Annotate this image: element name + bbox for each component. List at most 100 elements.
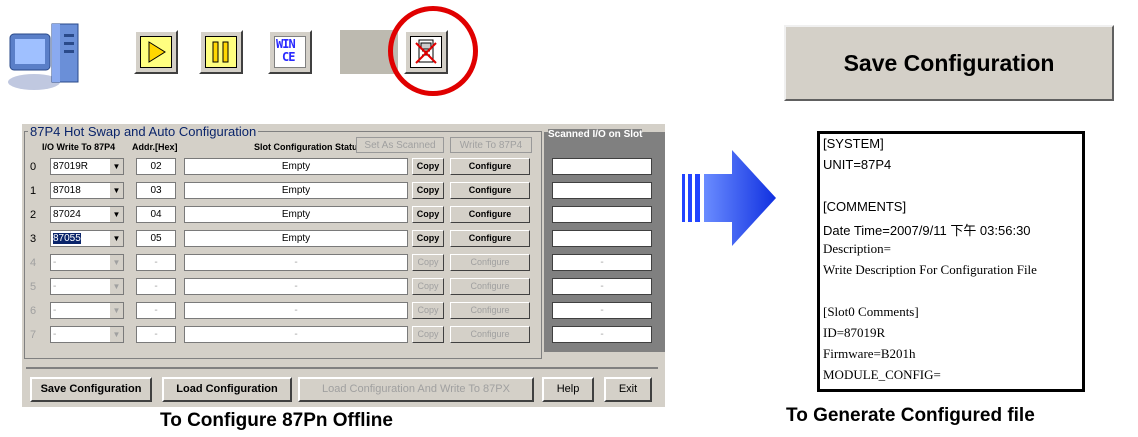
file-line: UNIT=87P4 bbox=[823, 157, 892, 172]
module-select[interactable]: 87024 ▼ bbox=[50, 206, 124, 223]
chevron-down-icon[interactable]: ▼ bbox=[109, 279, 123, 294]
set-as-scanned-button[interactable]: Set As Scanned bbox=[356, 137, 444, 153]
module-select[interactable]: - ▼ bbox=[50, 326, 124, 343]
address-field[interactable]: 04 bbox=[136, 206, 176, 223]
configure-button[interactable]: Configure bbox=[450, 278, 530, 295]
slot-index: 1 bbox=[30, 185, 37, 197]
slot-status-field: - bbox=[184, 302, 408, 319]
module-value: 87024 bbox=[53, 209, 81, 220]
address-field[interactable]: 05 bbox=[136, 230, 176, 247]
slot-index: 5 bbox=[30, 281, 37, 293]
module-select[interactable]: 87018 ▼ bbox=[50, 182, 124, 199]
highlight-circle bbox=[388, 6, 478, 96]
slot-status-field: - bbox=[184, 278, 408, 295]
module-select[interactable]: - ▼ bbox=[50, 254, 124, 271]
slot-row: 7 - ▼ - - Copy Configure bbox=[22, 325, 542, 345]
address-field[interactable]: 02 bbox=[136, 158, 176, 175]
chevron-down-icon[interactable]: ▼ bbox=[109, 207, 123, 222]
exit-button[interactable]: Exit bbox=[604, 377, 652, 402]
slot-status-field: Empty bbox=[184, 206, 408, 223]
wince-button[interactable]: WIN CE bbox=[268, 30, 312, 74]
module-value: - bbox=[53, 257, 57, 268]
computer-icon bbox=[6, 20, 86, 92]
slot-row: 5- ▼ - - Copy Configure bbox=[22, 277, 542, 297]
slot-index: 4 bbox=[30, 257, 37, 269]
file-line: Write Description For Configuration File bbox=[823, 262, 1037, 277]
load-configuration-button[interactable]: Load Configuration bbox=[162, 377, 292, 402]
scanned-title: Scanned I/O on Slot bbox=[548, 129, 643, 140]
module-value: 87018 bbox=[53, 185, 81, 196]
slot-index: 3 bbox=[30, 233, 37, 245]
pause-button[interactable] bbox=[199, 30, 243, 74]
configure-button[interactable]: Configure bbox=[450, 302, 530, 319]
configure-button[interactable]: Configure bbox=[450, 254, 530, 271]
right-arrow-icon bbox=[682, 150, 778, 246]
address-field[interactable]: - bbox=[136, 254, 176, 271]
hot-swap-dialog: 87P4 Hot Swap and Auto Configuration I/O… bbox=[22, 124, 665, 407]
chevron-down-icon[interactable]: ▼ bbox=[109, 303, 123, 318]
module-value: - bbox=[53, 329, 57, 340]
col-addr-header: Addr.[Hex] bbox=[132, 142, 178, 152]
write-to-87p4-button[interactable]: Write To 87P4 bbox=[450, 137, 532, 153]
load-and-write-button[interactable]: Load Configuration And Write To 87PX bbox=[298, 377, 534, 402]
play-button[interactable] bbox=[134, 30, 178, 74]
chevron-down-icon[interactable]: ▼ bbox=[109, 327, 123, 342]
slot-status-field: Empty bbox=[184, 158, 408, 175]
scanned-slot-field: - bbox=[552, 278, 652, 295]
file-line: [Slot0 Comments] bbox=[823, 304, 919, 319]
copy-button[interactable]: Copy bbox=[412, 182, 444, 199]
slot-status-field: - bbox=[184, 254, 408, 271]
wince-label-top: WIN bbox=[276, 37, 296, 51]
slot-row: 1 87018 ▼ 03 Empty Copy Configure bbox=[22, 181, 542, 201]
copy-button[interactable]: Copy bbox=[412, 254, 444, 271]
copy-button[interactable]: Copy bbox=[412, 278, 444, 295]
module-select[interactable]: - ▼ bbox=[50, 278, 124, 295]
module-select[interactable]: 87019R ▼ bbox=[50, 158, 124, 175]
module-value: - bbox=[53, 305, 57, 316]
file-line: [SYSTEM] bbox=[823, 136, 884, 151]
chevron-down-icon[interactable]: ▼ bbox=[109, 231, 123, 246]
scanned-slot-field bbox=[552, 182, 652, 199]
save-configuration-button[interactable]: Save Configuration bbox=[30, 377, 152, 402]
address-field[interactable]: - bbox=[136, 302, 176, 319]
configure-button[interactable]: Configure bbox=[450, 230, 530, 247]
slot-row: 2 87024 ▼ 04 Empty Copy Configure bbox=[22, 205, 542, 225]
copy-button[interactable]: Copy bbox=[412, 326, 444, 343]
configure-button[interactable]: Configure bbox=[450, 158, 530, 175]
chevron-down-icon[interactable]: ▼ bbox=[109, 159, 123, 174]
file-line: Date Time=2007/9/11 下午 03:56:30 bbox=[823, 223, 1031, 238]
chevron-down-icon[interactable]: ▼ bbox=[109, 255, 123, 270]
slot-row: 6- ▼ - - Copy Configure bbox=[22, 301, 542, 321]
address-field[interactable]: - bbox=[136, 326, 176, 343]
chevron-down-icon[interactable]: ▼ bbox=[109, 183, 123, 198]
scanned-slot-field bbox=[552, 206, 652, 223]
module-value: - bbox=[53, 281, 57, 292]
slot-status-field: Empty bbox=[184, 230, 408, 247]
file-line: [COMMENTS] bbox=[823, 199, 907, 214]
configure-button[interactable]: Configure bbox=[450, 182, 530, 199]
copy-button[interactable]: Copy bbox=[412, 158, 444, 175]
copy-button[interactable]: Copy bbox=[412, 206, 444, 223]
col-status-header: Slot Configuration Status bbox=[254, 142, 363, 152]
pause-icon bbox=[205, 36, 237, 68]
copy-button[interactable]: Copy bbox=[412, 230, 444, 247]
copy-button[interactable]: Copy bbox=[412, 302, 444, 319]
slot-index: 7 bbox=[30, 329, 37, 341]
file-line: Firmware=B201h bbox=[823, 346, 916, 361]
slot-status-field: Empty bbox=[184, 182, 408, 199]
caption-left: To Configure 87Pn Offline bbox=[160, 410, 393, 431]
scanned-slot-field: - bbox=[552, 326, 652, 343]
configure-button[interactable]: Configure bbox=[450, 206, 530, 223]
module-select[interactable]: - ▼ bbox=[50, 302, 124, 319]
module-select[interactable]: 87055 ▼ bbox=[50, 230, 124, 247]
address-field[interactable]: 03 bbox=[136, 182, 176, 199]
configure-button[interactable]: Configure bbox=[450, 326, 530, 343]
address-field[interactable]: - bbox=[136, 278, 176, 295]
play-icon bbox=[140, 36, 172, 68]
help-button[interactable]: Help bbox=[542, 377, 594, 402]
module-value: 87055 bbox=[53, 233, 81, 244]
save-configuration-large-button[interactable]: Save Configuration bbox=[784, 25, 1114, 101]
config-file-preview: [SYSTEM] UNIT=87P4 [COMMENTS] Date Time=200… bbox=[817, 131, 1085, 392]
caption-right: To Generate Configured file bbox=[786, 405, 1035, 426]
slot-row: 4- ▼ - - Copy Configure bbox=[22, 253, 542, 273]
